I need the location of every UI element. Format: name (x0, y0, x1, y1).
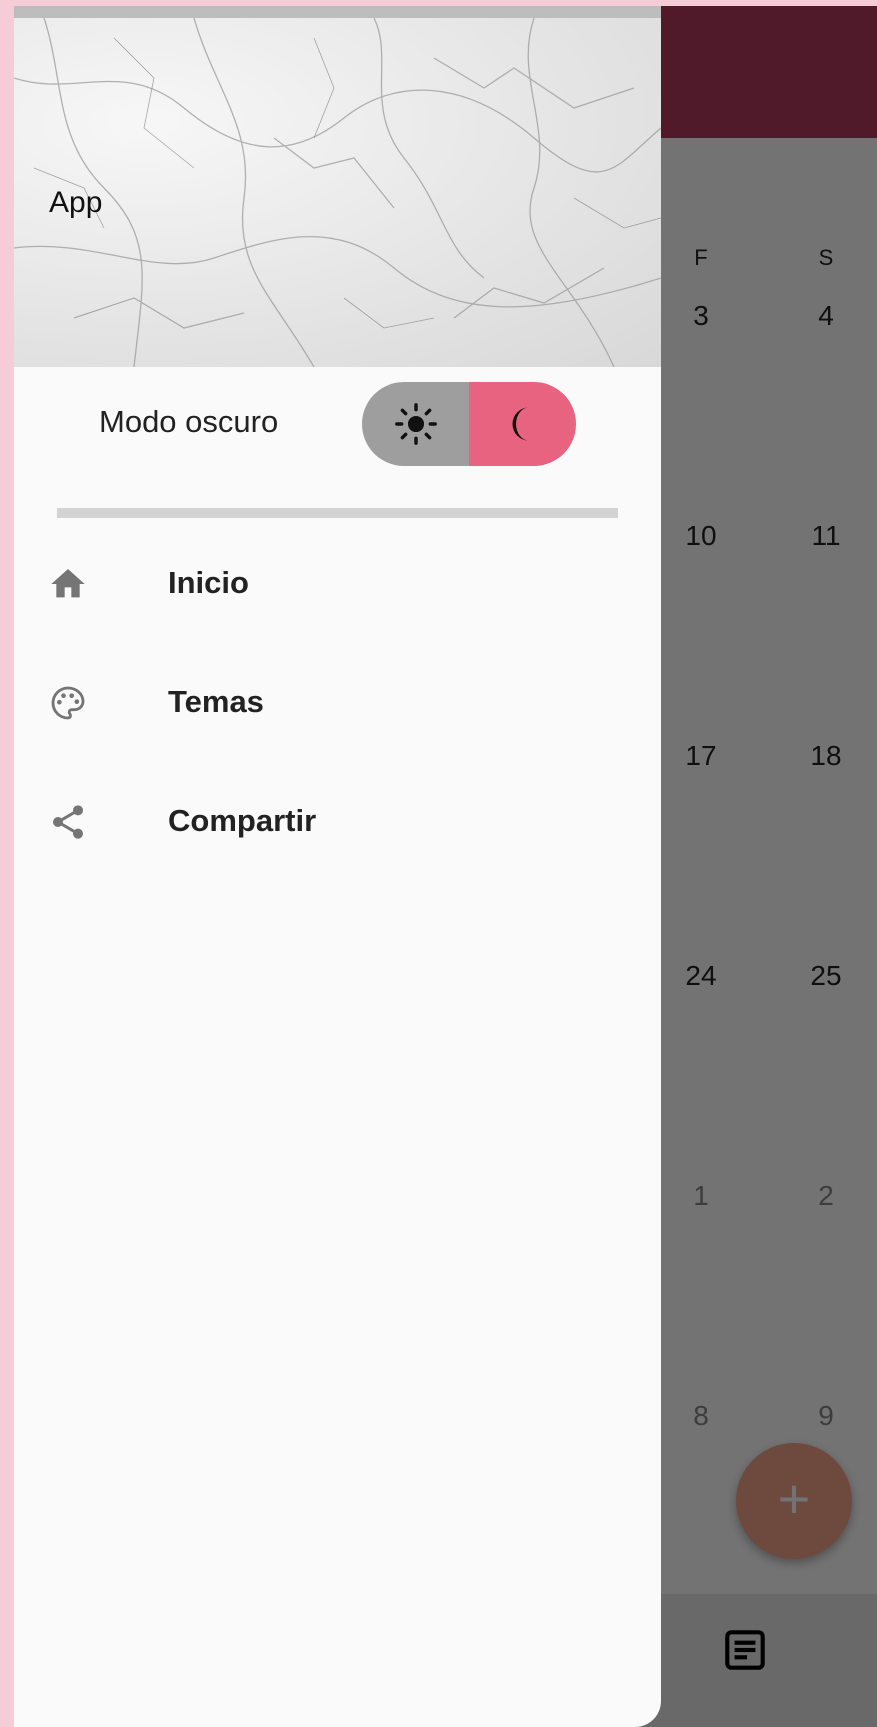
marble-texture (14, 18, 661, 367)
menu-item-label: Compartir (168, 803, 317, 838)
dark-mode-toggle[interactable] (362, 382, 576, 466)
dark-mode-option[interactable] (469, 382, 576, 466)
menu-item-inicio[interactable]: Inicio (14, 529, 661, 639)
light-mode-option[interactable] (362, 382, 469, 466)
menu-item-label: Temas (168, 684, 264, 719)
menu-item-compartir[interactable]: Compartir (14, 767, 661, 877)
menu-item-temas[interactable]: Temas (14, 648, 661, 758)
menu-item-label: Inicio (168, 565, 249, 600)
navigation-drawer: App Modo oscuro Inicio Temas Compartir (14, 6, 661, 1727)
drawer-title: App (49, 186, 103, 219)
drawer-header-marble-image: App (14, 18, 661, 367)
drawer-divider (57, 508, 618, 518)
moon-icon (512, 407, 529, 441)
dark-mode-label: Modo oscuro (99, 404, 279, 439)
home-icon (51, 569, 85, 598)
share-icon (53, 805, 83, 839)
drawer-top-strip (14, 6, 661, 18)
sun-icon (394, 403, 437, 445)
palette-icon (51, 686, 85, 720)
